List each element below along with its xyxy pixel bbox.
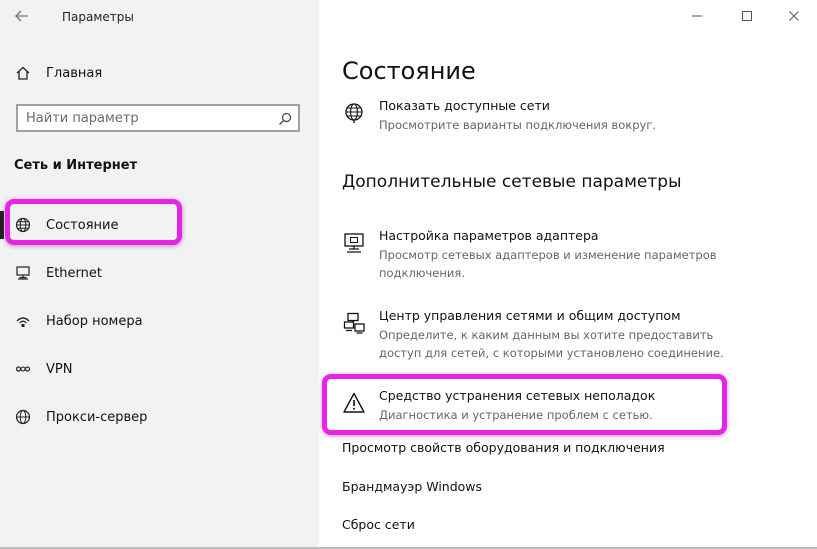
app-title: Параметры (62, 10, 134, 24)
sidebar-item-label: Набор номера (46, 313, 143, 329)
maximize-button[interactable] (730, 4, 764, 28)
setting-title: Показать доступные сети (379, 98, 550, 113)
sidebar-item-ethernet[interactable]: Ethernet (0, 257, 319, 289)
warning-icon (341, 390, 367, 416)
minimize-button[interactable] (680, 4, 714, 28)
setting-description: Диагностика и устранение проблем с сетью… (379, 408, 653, 422)
globe-icon (14, 408, 32, 426)
setting-title: Настройка параметров адаптера (379, 228, 599, 243)
maximize-icon (742, 11, 752, 21)
setting-title: Центр управления сетями и общим доступом (379, 308, 681, 323)
back-button[interactable] (8, 4, 36, 28)
sidebar-item-label: Ethernet (46, 265, 102, 281)
vpn-icon (14, 360, 32, 378)
search-icon[interactable] (278, 111, 292, 125)
sidebar-home[interactable]: Главная (0, 57, 319, 89)
firewall-link[interactable]: Брандмауэр Windows (342, 479, 482, 494)
main-content: Состояние Показать доступные сети Просмо… (319, 0, 817, 549)
close-button[interactable] (777, 4, 811, 28)
network-reset-link[interactable]: Сброс сети (342, 517, 415, 532)
sidebar-item-label: VPN (46, 361, 73, 377)
setting-description: Просмотр сетевых адаптеров и изменение п… (379, 248, 717, 280)
home-icon (14, 64, 32, 82)
dialup-icon (14, 312, 32, 330)
adapter-settings-item[interactable]: Настройка параметров адаптера Просмотр с… (341, 228, 781, 284)
sidebar-section-title: Сеть и Интернет (14, 158, 138, 173)
minimize-icon (692, 15, 702, 17)
setting-description: Определите, к каким данным вы хотите пре… (379, 328, 724, 360)
advanced-section-title: Дополнительные сетевые параметры (342, 172, 682, 192)
adapter-icon (341, 230, 367, 256)
sidebar-home-label: Главная (46, 65, 103, 81)
search-box (16, 104, 300, 132)
search-input[interactable] (26, 106, 266, 130)
page-title: Состояние (342, 57, 476, 85)
show-networks-item[interactable]: Показать доступные сети Просмотрите вари… (341, 98, 781, 138)
sidebar-item-label: Состояние (46, 217, 119, 233)
sidebar-item-status[interactable]: Состояние (0, 209, 319, 241)
ethernet-icon (14, 264, 32, 282)
sidebar-item-label: Прокси-сервер (46, 409, 148, 425)
globe-icon (14, 216, 32, 234)
sidebar: Параметры Главная Сеть и Интернет Со (0, 0, 319, 549)
setting-description: Просмотрите варианты подключения вокруг. (379, 118, 656, 132)
network-center-item[interactable]: Центр управления сетями и общим доступом… (341, 308, 781, 364)
globe-icon (341, 100, 367, 126)
close-icon (789, 11, 799, 21)
sidebar-item-vpn[interactable]: VPN (0, 353, 319, 385)
network-center-icon (341, 310, 367, 336)
back-arrow-icon (15, 10, 28, 22)
sidebar-item-proxy[interactable]: Прокси-сервер (0, 401, 319, 433)
troubleshooter-item[interactable]: Средство устранения сетевых неполадок Ди… (341, 388, 781, 428)
sidebar-item-dialup[interactable]: Набор номера (0, 305, 319, 337)
hardware-properties-link[interactable]: Просмотр свойств оборудования и подключе… (342, 440, 665, 455)
setting-title: Средство устранения сетевых неполадок (379, 388, 656, 403)
